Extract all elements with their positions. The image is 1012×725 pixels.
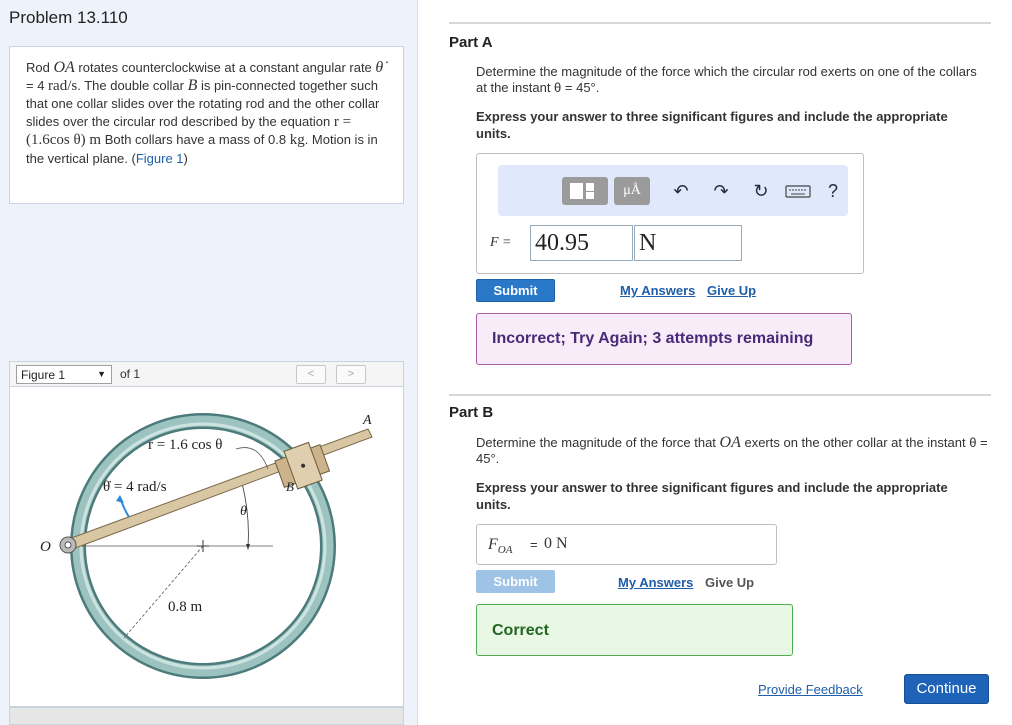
templates-icon [570, 183, 594, 199]
radius-line [123, 545, 204, 639]
figure-footer [9, 707, 404, 725]
answer-label: F = [490, 235, 512, 250]
divider [449, 394, 991, 396]
redo-icon[interactable]: ↷ [708, 178, 734, 204]
equation-label: r = 1.6 cos θ [148, 437, 222, 453]
undo-icon[interactable]: ↶ [668, 178, 694, 204]
rate-label: θ̇ = 4 rad/s [103, 479, 167, 495]
answer-label: FOA [488, 536, 513, 557]
force-units-input[interactable]: N [634, 225, 742, 261]
mechanism-figure: r = 1.6 cos θ θ̇ = 4 rad/s A B O θ 0.8 m [40, 413, 373, 679]
part-b-answer-box: FOA = 0 N [476, 524, 777, 565]
part-a-instruction: Express your answer to three significant… [476, 109, 948, 141]
part-b-my-answers-link[interactable]: My Answers [618, 575, 693, 590]
label-A: A [362, 413, 372, 428]
figure-navigation: Figure 1 ▼ of 1 < > [9, 361, 404, 387]
problem-statement: Rod OA rotates counterclockwise at a con… [9, 46, 404, 204]
figure-link[interactable]: Figure 1 [136, 151, 184, 166]
problem-panel: Problem 13.110 Rod OA rotates counterclo… [0, 0, 418, 725]
help-icon[interactable]: ? [820, 178, 846, 204]
provide-feedback-link[interactable]: Provide Feedback [758, 682, 863, 697]
part-b-question: Determine the magnitude of the force tha… [476, 434, 988, 467]
templates-button[interactable] [562, 177, 608, 205]
part-a-give-up-link[interactable]: Give Up [707, 283, 756, 298]
keyboard-icon[interactable] [782, 178, 816, 204]
figure-select[interactable]: Figure 1 ▼ [16, 365, 112, 384]
units-button[interactable]: μÅ [614, 177, 650, 205]
figure-count: of 1 [120, 367, 141, 381]
reset-icon[interactable]: ↻ [748, 178, 774, 204]
part-a-title: Part A [449, 34, 493, 51]
part-a-question: Determine the magnitude of the force whi… [476, 64, 977, 95]
continue-button[interactable]: Continue [904, 674, 989, 704]
prev-figure-button[interactable]: < [296, 365, 326, 384]
math-toolbar: μÅ ↶ ↷ ↻ ? [498, 165, 848, 216]
incorrect-feedback: Incorrect; Try Again; 3 attempts remaini… [476, 313, 852, 365]
correct-feedback: Correct [476, 604, 793, 656]
problem-title: Problem 13.110 [9, 8, 128, 27]
part-b-instruction: Express your answer to three significant… [476, 480, 948, 512]
part-b-title: Part B [449, 404, 494, 421]
label-theta: θ [240, 504, 247, 519]
part-b-answer-value: 0 N [544, 535, 568, 552]
part-a-submit-button[interactable]: Submit [476, 279, 555, 302]
label-B: B [286, 479, 294, 494]
radius-label: 0.8 m [168, 599, 203, 615]
part-a-my-answers-link[interactable]: My Answers [620, 283, 695, 298]
divider [449, 22, 991, 24]
part-b-submit-button[interactable]: Submit [476, 570, 555, 593]
figure-area: r = 1.6 cos θ θ̇ = 4 rad/s A B O θ 0.8 m [9, 387, 404, 707]
chevron-down-icon: ▼ [97, 369, 106, 379]
next-figure-button[interactable]: > [336, 365, 366, 384]
force-value-input[interactable]: 40.95 [530, 225, 633, 261]
part-a-answer-box: μÅ ↶ ↷ ↻ ? F = 40.95 N [476, 153, 864, 274]
label-O: O [40, 539, 51, 555]
part-b-give-up-text: Give Up [705, 575, 755, 590]
